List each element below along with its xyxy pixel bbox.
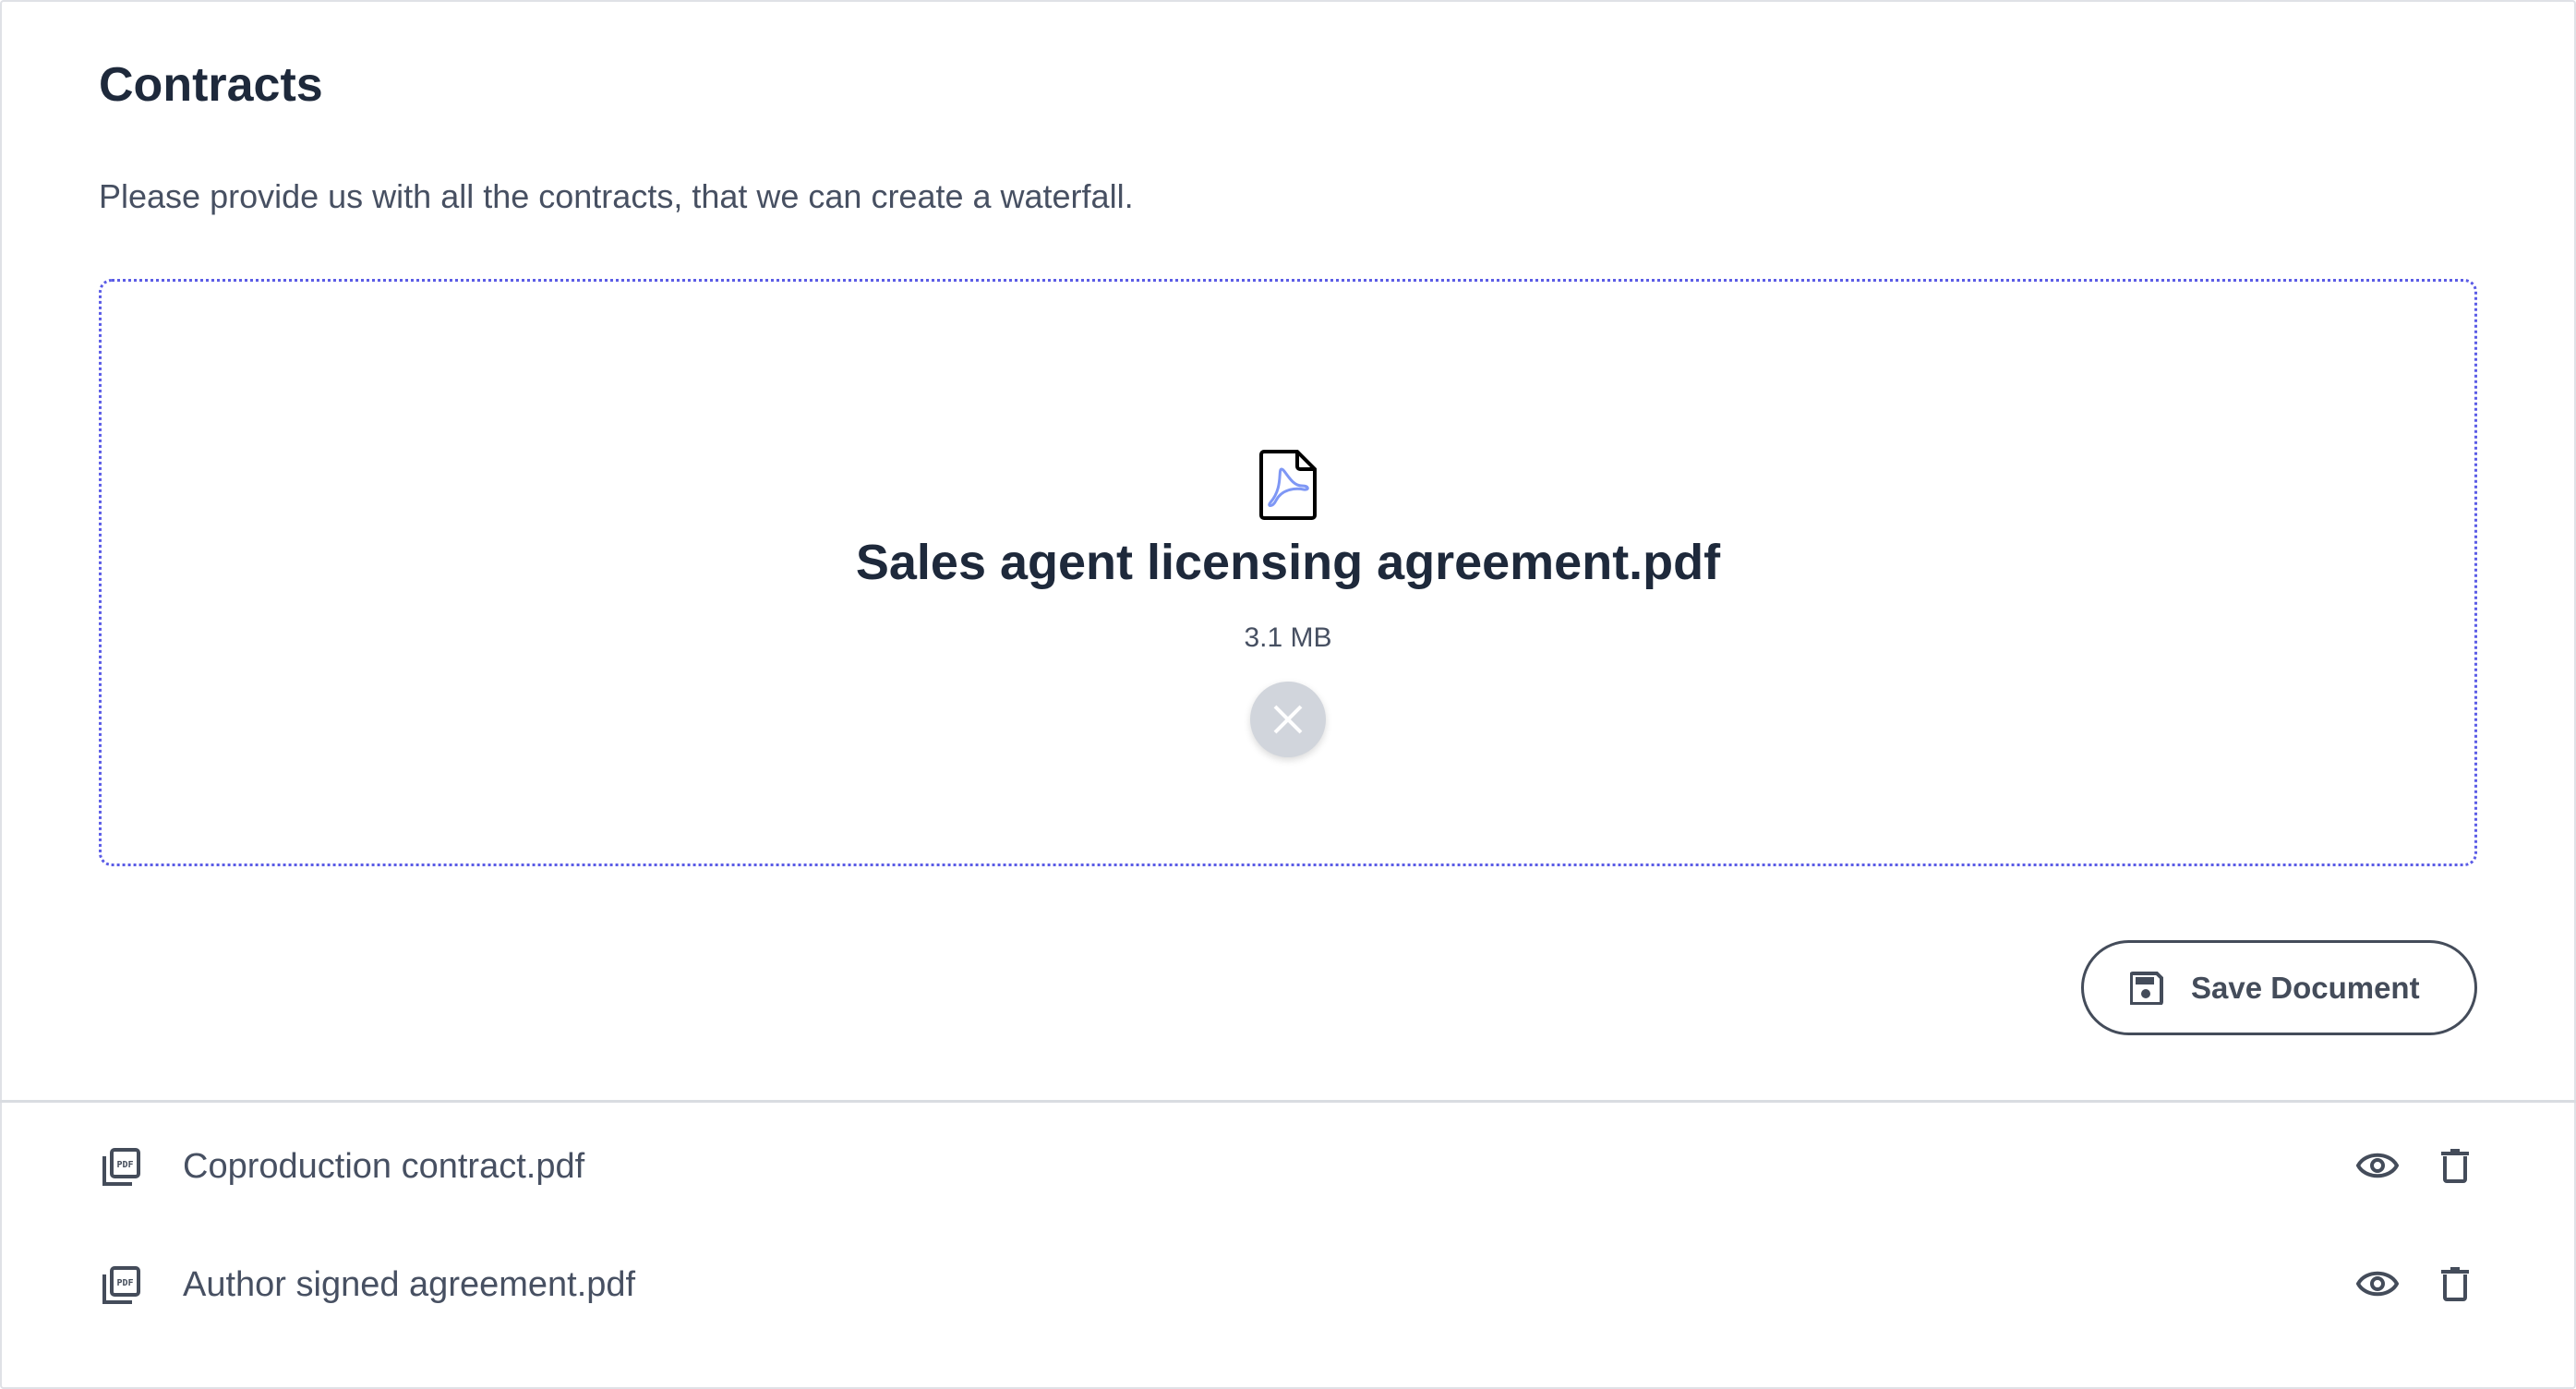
uploaded-file-size: 3.1 MB [1244, 622, 1332, 653]
remove-file-button[interactable] [1250, 682, 1326, 757]
pdf-stack-icon: PDF [102, 1148, 140, 1186]
eye-icon[interactable] [2356, 1150, 2399, 1181]
file-name[interactable]: Coproduction contract.pdf [183, 1147, 584, 1187]
file-name[interactable]: Author signed agreement.pdf [183, 1265, 635, 1305]
save-document-label: Save Document [2191, 970, 2420, 1005]
svg-text:PDF: PDF [116, 1160, 133, 1170]
save-document-button[interactable]: Save Document [2081, 940, 2477, 1035]
page-subtitle: Please provide us with all the contracts… [99, 177, 1134, 215]
uploaded-file-name: Sales agent licensing agreement.pdf [855, 535, 1721, 590]
trash-icon[interactable] [2440, 1148, 2470, 1183]
page-title: Contracts [99, 58, 323, 112]
trash-icon[interactable] [2440, 1266, 2470, 1301]
divider [0, 1100, 2576, 1103]
file-list-item: PDF Coproduction contract.pdf [0, 1129, 2576, 1203]
pdf-stack-icon: PDF [102, 1266, 140, 1304]
close-icon [1273, 705, 1303, 734]
eye-icon[interactable] [2356, 1268, 2399, 1299]
svg-text:PDF: PDF [116, 1278, 133, 1288]
file-list-item: PDF Author signed agreement.pdf [0, 1248, 2576, 1322]
floppy-disk-icon [2130, 971, 2163, 1005]
pdf-file-icon [1259, 450, 1317, 520]
